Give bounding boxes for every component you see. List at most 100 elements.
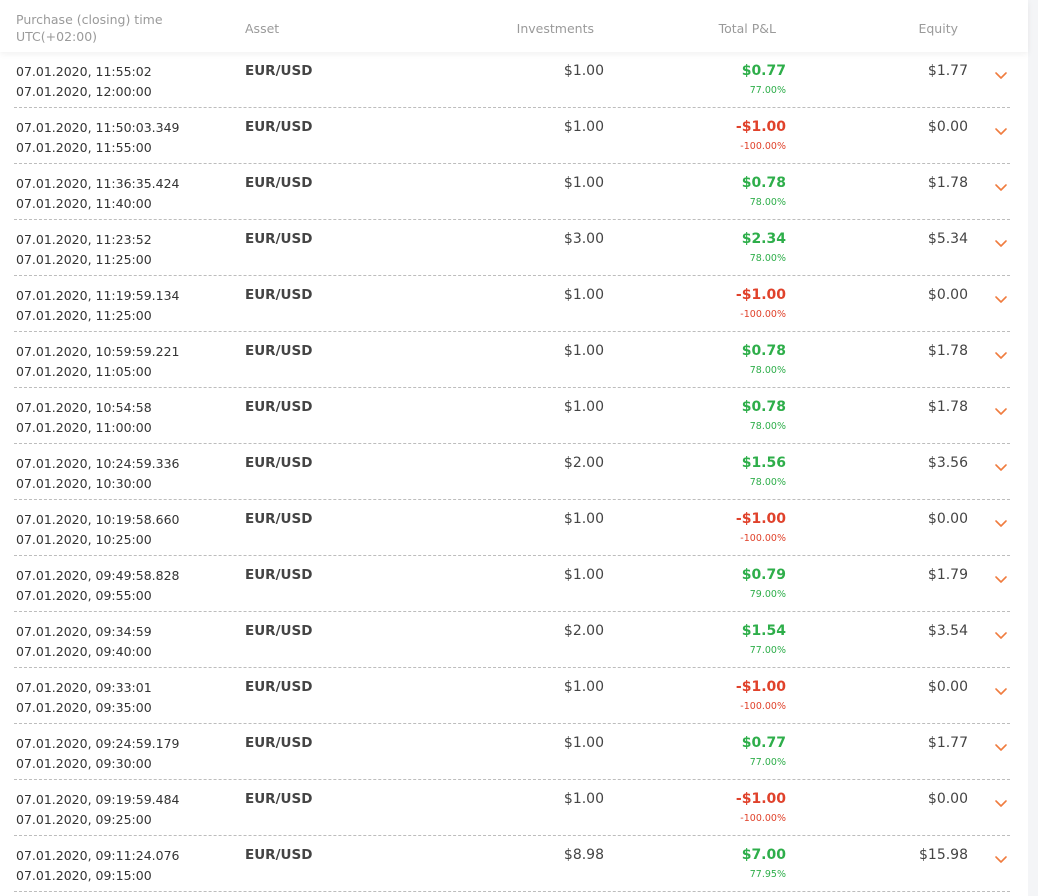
equity-value: $0.00: [927, 679, 968, 695]
column-header-investments[interactable]: Investments: [517, 20, 594, 37]
equity-value: $0.00: [927, 511, 968, 527]
equity-value: $1.78: [927, 343, 968, 359]
closing-time: 07.01.2020, 11:00:00: [16, 420, 152, 435]
purchase-time: 07.01.2020, 09:34:59: [16, 624, 152, 639]
asset-name: EUR/USD: [245, 455, 313, 471]
total-pnl-value: -$1.00: [735, 791, 786, 807]
closing-time: 07.01.2020, 09:35:00: [16, 700, 152, 715]
closing-time: 07.01.2020, 11:55:00: [16, 140, 152, 155]
total-pnl-percent: -100.00%: [740, 533, 786, 544]
investment-amount: $2.00: [563, 455, 604, 471]
total-pnl-value: $7.00: [741, 847, 786, 863]
chevron-down-icon[interactable]: [994, 178, 1008, 191]
table-row[interactable]: 07.01.2020, 09:49:58.828 07.01.2020, 09:…: [14, 556, 1010, 612]
chevron-down-icon[interactable]: [994, 626, 1008, 639]
closing-time: 07.01.2020, 09:25:00: [16, 812, 152, 827]
closing-time: 07.01.2020, 10:25:00: [16, 532, 152, 547]
table-row[interactable]: 07.01.2020, 10:24:59.336 07.01.2020, 10:…: [14, 444, 1010, 500]
table-row[interactable]: 07.01.2020, 11:19:59.134 07.01.2020, 11:…: [14, 276, 1010, 332]
total-pnl-value: $0.78: [741, 343, 786, 359]
column-header-equity[interactable]: Equity: [918, 20, 958, 37]
chevron-down-icon[interactable]: [994, 66, 1008, 79]
column-header-asset[interactable]: Asset: [245, 20, 279, 37]
total-pnl-percent: 78.00%: [749, 365, 786, 376]
equity-value: $3.54: [927, 623, 968, 639]
purchase-time: 07.01.2020, 10:24:59.336: [16, 456, 180, 471]
chevron-down-icon[interactable]: [994, 122, 1008, 135]
investment-amount: $1.00: [563, 287, 604, 303]
closing-time: 07.01.2020, 11:25:00: [16, 308, 152, 323]
equity-value: $0.00: [927, 287, 968, 303]
equity-value: $0.00: [927, 791, 968, 807]
investment-amount: $1.00: [563, 679, 604, 695]
table-row[interactable]: 07.01.2020, 11:55:02 07.01.2020, 12:00:0…: [14, 52, 1010, 108]
total-pnl-percent: 79.00%: [749, 589, 786, 600]
trades-table-body: 07.01.2020, 11:55:02 07.01.2020, 12:00:0…: [0, 52, 1028, 892]
asset-name: EUR/USD: [245, 679, 313, 695]
closing-time: 07.01.2020, 10:30:00: [16, 476, 152, 491]
total-pnl-value: -$1.00: [735, 511, 786, 527]
total-pnl-percent: 78.00%: [749, 477, 786, 488]
total-pnl-percent: -100.00%: [740, 813, 786, 824]
chevron-down-icon[interactable]: [994, 738, 1008, 751]
purchase-time: 07.01.2020, 09:33:01: [16, 680, 152, 695]
asset-name: EUR/USD: [245, 287, 313, 303]
closing-time: 07.01.2020, 09:55:00: [16, 588, 152, 603]
investment-amount: $1.00: [563, 511, 604, 527]
total-pnl-value: $1.56: [741, 455, 786, 471]
chevron-down-icon[interactable]: [994, 570, 1008, 583]
closing-time: 07.01.2020, 11:25:00: [16, 252, 152, 267]
table-row[interactable]: 07.01.2020, 10:59:59.221 07.01.2020, 11:…: [14, 332, 1010, 388]
total-pnl-percent: 77.00%: [749, 645, 786, 656]
column-header-time[interactable]: Purchase (closing) time UTC(+02:00): [16, 11, 163, 45]
closing-time: 07.01.2020, 11:05:00: [16, 364, 152, 379]
chevron-down-icon[interactable]: [994, 402, 1008, 415]
table-row[interactable]: 07.01.2020, 09:34:59 07.01.2020, 09:40:0…: [14, 612, 1010, 668]
table-row[interactable]: 07.01.2020, 09:19:59.484 07.01.2020, 09:…: [14, 780, 1010, 836]
chevron-down-icon[interactable]: [994, 234, 1008, 247]
table-row[interactable]: 07.01.2020, 10:54:58 07.01.2020, 11:00:0…: [14, 388, 1010, 444]
equity-value: $1.78: [927, 175, 968, 191]
table-row[interactable]: 07.01.2020, 10:19:58.660 07.01.2020, 10:…: [14, 500, 1010, 556]
chevron-down-icon[interactable]: [994, 514, 1008, 527]
total-pnl-percent: 77.00%: [749, 85, 786, 96]
purchase-time: 07.01.2020, 09:19:59.484: [16, 792, 180, 807]
total-pnl-percent: 78.00%: [749, 421, 786, 432]
chevron-down-icon[interactable]: [994, 850, 1008, 863]
column-header-timezone: UTC(+02:00): [16, 29, 98, 44]
purchase-time: 07.01.2020, 09:11:24.076: [16, 848, 180, 863]
asset-name: EUR/USD: [245, 231, 313, 247]
investment-amount: $1.00: [563, 399, 604, 415]
chevron-down-icon[interactable]: [994, 682, 1008, 695]
chevron-down-icon[interactable]: [994, 346, 1008, 359]
table-row[interactable]: 07.01.2020, 11:23:52 07.01.2020, 11:25:0…: [14, 220, 1010, 276]
purchase-time: 07.01.2020, 11:19:59.134: [16, 288, 180, 303]
chevron-down-icon[interactable]: [994, 794, 1008, 807]
column-header-total-pnl[interactable]: Total P&L: [719, 20, 776, 37]
purchase-time: 07.01.2020, 10:59:59.221: [16, 344, 180, 359]
table-row[interactable]: 07.01.2020, 09:11:24.076 07.01.2020, 09:…: [14, 836, 1010, 892]
equity-value: $1.77: [927, 63, 968, 79]
purchase-time: 07.01.2020, 11:23:52: [16, 232, 152, 247]
closing-time: 07.01.2020, 09:40:00: [16, 644, 152, 659]
table-row[interactable]: 07.01.2020, 11:36:35.424 07.01.2020, 11:…: [14, 164, 1010, 220]
investment-amount: $1.00: [563, 735, 604, 751]
scrollbar-track[interactable]: [1028, 0, 1038, 896]
equity-value: $1.79: [927, 567, 968, 583]
asset-name: EUR/USD: [245, 399, 313, 415]
table-row[interactable]: 07.01.2020, 09:24:59.179 07.01.2020, 09:…: [14, 724, 1010, 780]
total-pnl-value: $0.79: [741, 567, 786, 583]
equity-value: $0.00: [927, 119, 968, 135]
total-pnl-percent: 78.00%: [749, 197, 786, 208]
chevron-down-icon[interactable]: [994, 458, 1008, 471]
asset-name: EUR/USD: [245, 791, 313, 807]
table-row[interactable]: 07.01.2020, 09:33:01 07.01.2020, 09:35:0…: [14, 668, 1010, 724]
asset-name: EUR/USD: [245, 623, 313, 639]
chevron-down-icon[interactable]: [994, 290, 1008, 303]
table-row[interactable]: 07.01.2020, 11:50:03.349 07.01.2020, 11:…: [14, 108, 1010, 164]
total-pnl-value: $2.34: [741, 231, 786, 247]
total-pnl-percent: -100.00%: [740, 309, 786, 320]
purchase-time: 07.01.2020, 10:54:58: [16, 400, 152, 415]
purchase-time: 07.01.2020, 11:55:02: [16, 64, 152, 79]
investment-amount: $8.98: [563, 847, 604, 863]
